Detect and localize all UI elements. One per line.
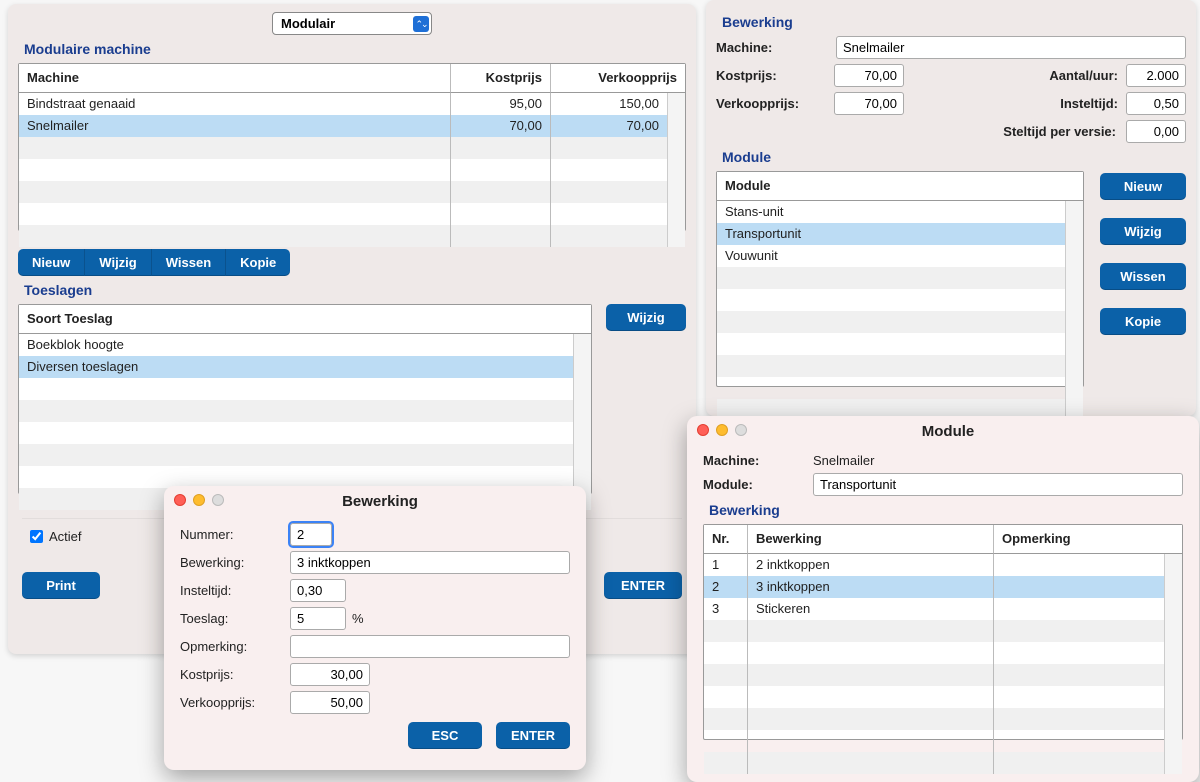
section-title-toeslagen: Toeslagen — [24, 282, 686, 298]
col-machine: Machine — [19, 64, 451, 93]
col-nr: Nr. — [704, 525, 748, 554]
md-bewerking-table: Nr. Bewerking Opmerking 1 2 inktkoppen 2… — [703, 524, 1183, 740]
label-bd-instel: Insteltijd: — [180, 583, 290, 598]
copy-button[interactable]: Kopie — [226, 249, 290, 276]
bd-verkoop-field[interactable] — [290, 691, 370, 714]
label-md-machine: Machine: — [703, 453, 813, 468]
table-row[interactable]: Snelmailer 70,00 70,00 — [19, 115, 667, 137]
bd-bewerking-field[interactable] — [290, 551, 570, 574]
md-module-field[interactable] — [813, 473, 1183, 496]
label-bd-verkoop: Verkoopprijs: — [180, 695, 290, 710]
col-kostprijs: Kostprijs — [451, 64, 551, 93]
table-row[interactable]: 2 3 inktkoppen — [704, 576, 1164, 598]
label-md-module: Module: — [703, 477, 813, 492]
table-row[interactable]: Transportunit — [717, 223, 1065, 245]
scrollbar[interactable] — [573, 334, 591, 510]
scrollbar[interactable] — [1065, 201, 1083, 421]
esc-button[interactable]: ESC — [408, 722, 482, 749]
label-instel: Insteltijd: — [1060, 96, 1118, 111]
label-kostprijs: Kostprijs: — [716, 68, 826, 83]
module-table: Module Stans-unit Transportunit Vouwunit — [716, 171, 1084, 387]
label-bd-nummer: Nummer: — [180, 527, 290, 542]
label-verkoop: Verkoopprijs: — [716, 96, 826, 111]
modulair-select[interactable]: Modulair — [272, 12, 432, 35]
table-row[interactable]: Diversen toeslagen — [19, 356, 573, 378]
aantal-field[interactable] — [1126, 64, 1186, 87]
percent-label: % — [352, 611, 364, 626]
module-delete-button[interactable]: Wissen — [1100, 263, 1186, 290]
actief-checkbox[interactable] — [30, 530, 43, 543]
bd-kostprijs-field[interactable] — [290, 663, 370, 686]
bd-opmerking-field[interactable] — [290, 635, 570, 658]
module-edit-button[interactable]: Wijzig — [1100, 218, 1186, 245]
module-new-button[interactable]: Nieuw — [1100, 173, 1186, 200]
print-button[interactable]: Print — [22, 572, 100, 599]
section-title-modulaire-machine: Modulaire machine — [24, 41, 686, 57]
kostprijs-field[interactable] — [834, 64, 904, 87]
label-aantal: Aantal/uur: — [1049, 68, 1118, 83]
module-copy-button[interactable]: Kopie — [1100, 308, 1186, 335]
edit-toeslag-button[interactable]: Wijzig — [606, 304, 686, 331]
md-machine-value: Snelmailer — [813, 453, 874, 468]
table-row[interactable]: Vouwunit — [717, 245, 1065, 267]
machine-table: Machine Kostprijs Verkoopprijs Bindstraa… — [18, 63, 686, 231]
label-bd-toeslag: Toeslag: — [180, 611, 290, 626]
modulair-select-wrap[interactable]: Modulair — [272, 12, 432, 35]
dialog-title-bewerking: Bewerking — [174, 487, 586, 514]
scrollbar[interactable] — [1164, 554, 1182, 774]
label-bd-opmerking: Opmerking: — [180, 639, 290, 654]
col-bewerking: Bewerking — [748, 525, 994, 554]
table-row[interactable]: 3 Stickeren — [704, 598, 1164, 620]
col-opmerking: Opmerking — [994, 525, 1182, 554]
enter-dialog-button[interactable]: ENTER — [496, 722, 570, 749]
label-machine: Machine: — [716, 40, 826, 55]
actief-label: Actief — [49, 529, 82, 544]
bd-toeslag-field[interactable] — [290, 607, 346, 630]
toeslag-table: Soort Toeslag Boekblok hoogte Diversen t… — [18, 304, 592, 494]
section-title-bewerking: Bewerking — [722, 14, 1186, 30]
section-title-module: Module — [722, 149, 1186, 165]
delete-button[interactable]: Wissen — [152, 249, 226, 276]
table-row[interactable]: Bindstraat genaaid 95,00 150,00 — [19, 93, 667, 115]
scrollbar[interactable] — [667, 93, 685, 247]
col-module: Module — [717, 172, 1083, 201]
edit-button[interactable]: Wijzig — [85, 249, 151, 276]
col-soort-toeslag: Soort Toeslag — [19, 305, 591, 334]
chevron-updown-icon — [413, 16, 429, 32]
bd-instel-field[interactable] — [290, 579, 346, 602]
new-button[interactable]: Nieuw — [18, 249, 85, 276]
label-stel: Steltijd per versie: — [1003, 124, 1116, 139]
table-row[interactable]: Stans-unit — [717, 201, 1065, 223]
section-title-md-bewerking: Bewerking — [709, 502, 1183, 518]
table-row[interactable]: Boekblok hoogte — [19, 334, 573, 356]
label-bd-kostprijs: Kostprijs: — [180, 667, 290, 682]
col-verkoopprijs: Verkoopprijs — [551, 64, 685, 93]
enter-button[interactable]: ENTER — [604, 572, 682, 599]
stel-field[interactable] — [1126, 120, 1186, 143]
table-row[interactable]: 1 2 inktkoppen — [704, 554, 1164, 576]
machine-field[interactable] — [836, 36, 1186, 59]
label-bd-bewerking: Bewerking: — [180, 555, 290, 570]
bd-nummer-field[interactable] — [290, 523, 332, 546]
verkoop-field[interactable] — [834, 92, 904, 115]
instel-field[interactable] — [1126, 92, 1186, 115]
dialog-title-module: Module — [697, 417, 1199, 444]
